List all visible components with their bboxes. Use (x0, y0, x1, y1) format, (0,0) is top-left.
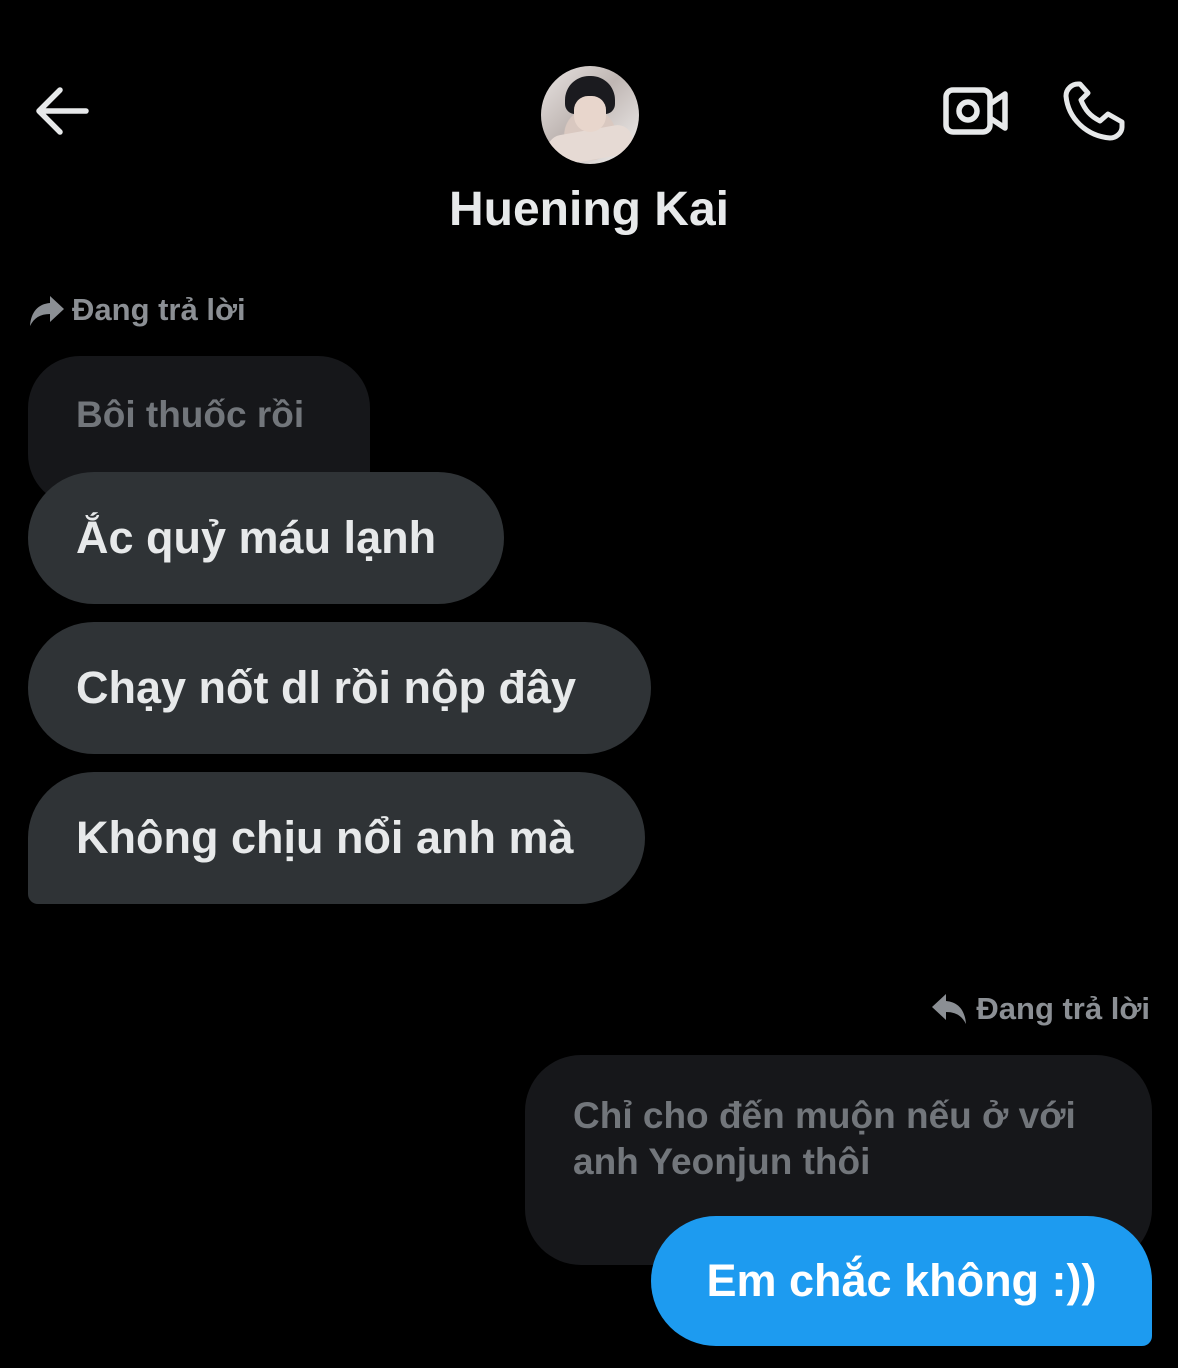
video-camera-icon (943, 87, 1008, 135)
voice-call-button[interactable] (1058, 78, 1130, 144)
message-text: Ắc quỷ máu lạnh (76, 512, 437, 563)
outgoing-reply-label: Đang trả lời (930, 990, 1150, 1028)
arrow-left-icon (36, 87, 89, 135)
phone-icon (1063, 81, 1125, 141)
contact-name[interactable]: Huening Kai (0, 182, 1178, 237)
quoted-message-text: Bôi thuốc rồi (76, 394, 305, 435)
quoted-message-line1: Chỉ cho đến muộn nếu ở với (573, 1095, 1076, 1136)
incoming-reply-label: Đang trả lời (28, 292, 246, 328)
reply-back-icon (932, 994, 967, 1024)
back-button[interactable] (30, 82, 92, 140)
conversation-screen: Huening Kai Đang trả lời Bôi thuốc rồi Ắ… (0, 0, 1178, 1368)
quoted-message-line2: anh Yeonjun thôi (573, 1141, 871, 1182)
video-call-button[interactable] (940, 82, 1010, 140)
message-text: Em chắc không :)) (706, 1255, 1097, 1306)
sent-message-bubble[interactable]: Em chắc không :)) (651, 1216, 1152, 1346)
message-bubble[interactable]: Chạy nốt dl rồi nộp đây (28, 622, 651, 754)
message-bubble[interactable]: Không chịu nổi anh mà (28, 772, 645, 904)
message-text: Không chịu nổi anh mà (76, 812, 574, 863)
reply-forward-icon (30, 296, 64, 326)
message-bubble[interactable]: Ắc quỷ máu lạnh (28, 472, 504, 604)
avatar[interactable] (541, 66, 639, 164)
message-text: Chạy nốt dl rồi nộp đây (76, 662, 577, 713)
